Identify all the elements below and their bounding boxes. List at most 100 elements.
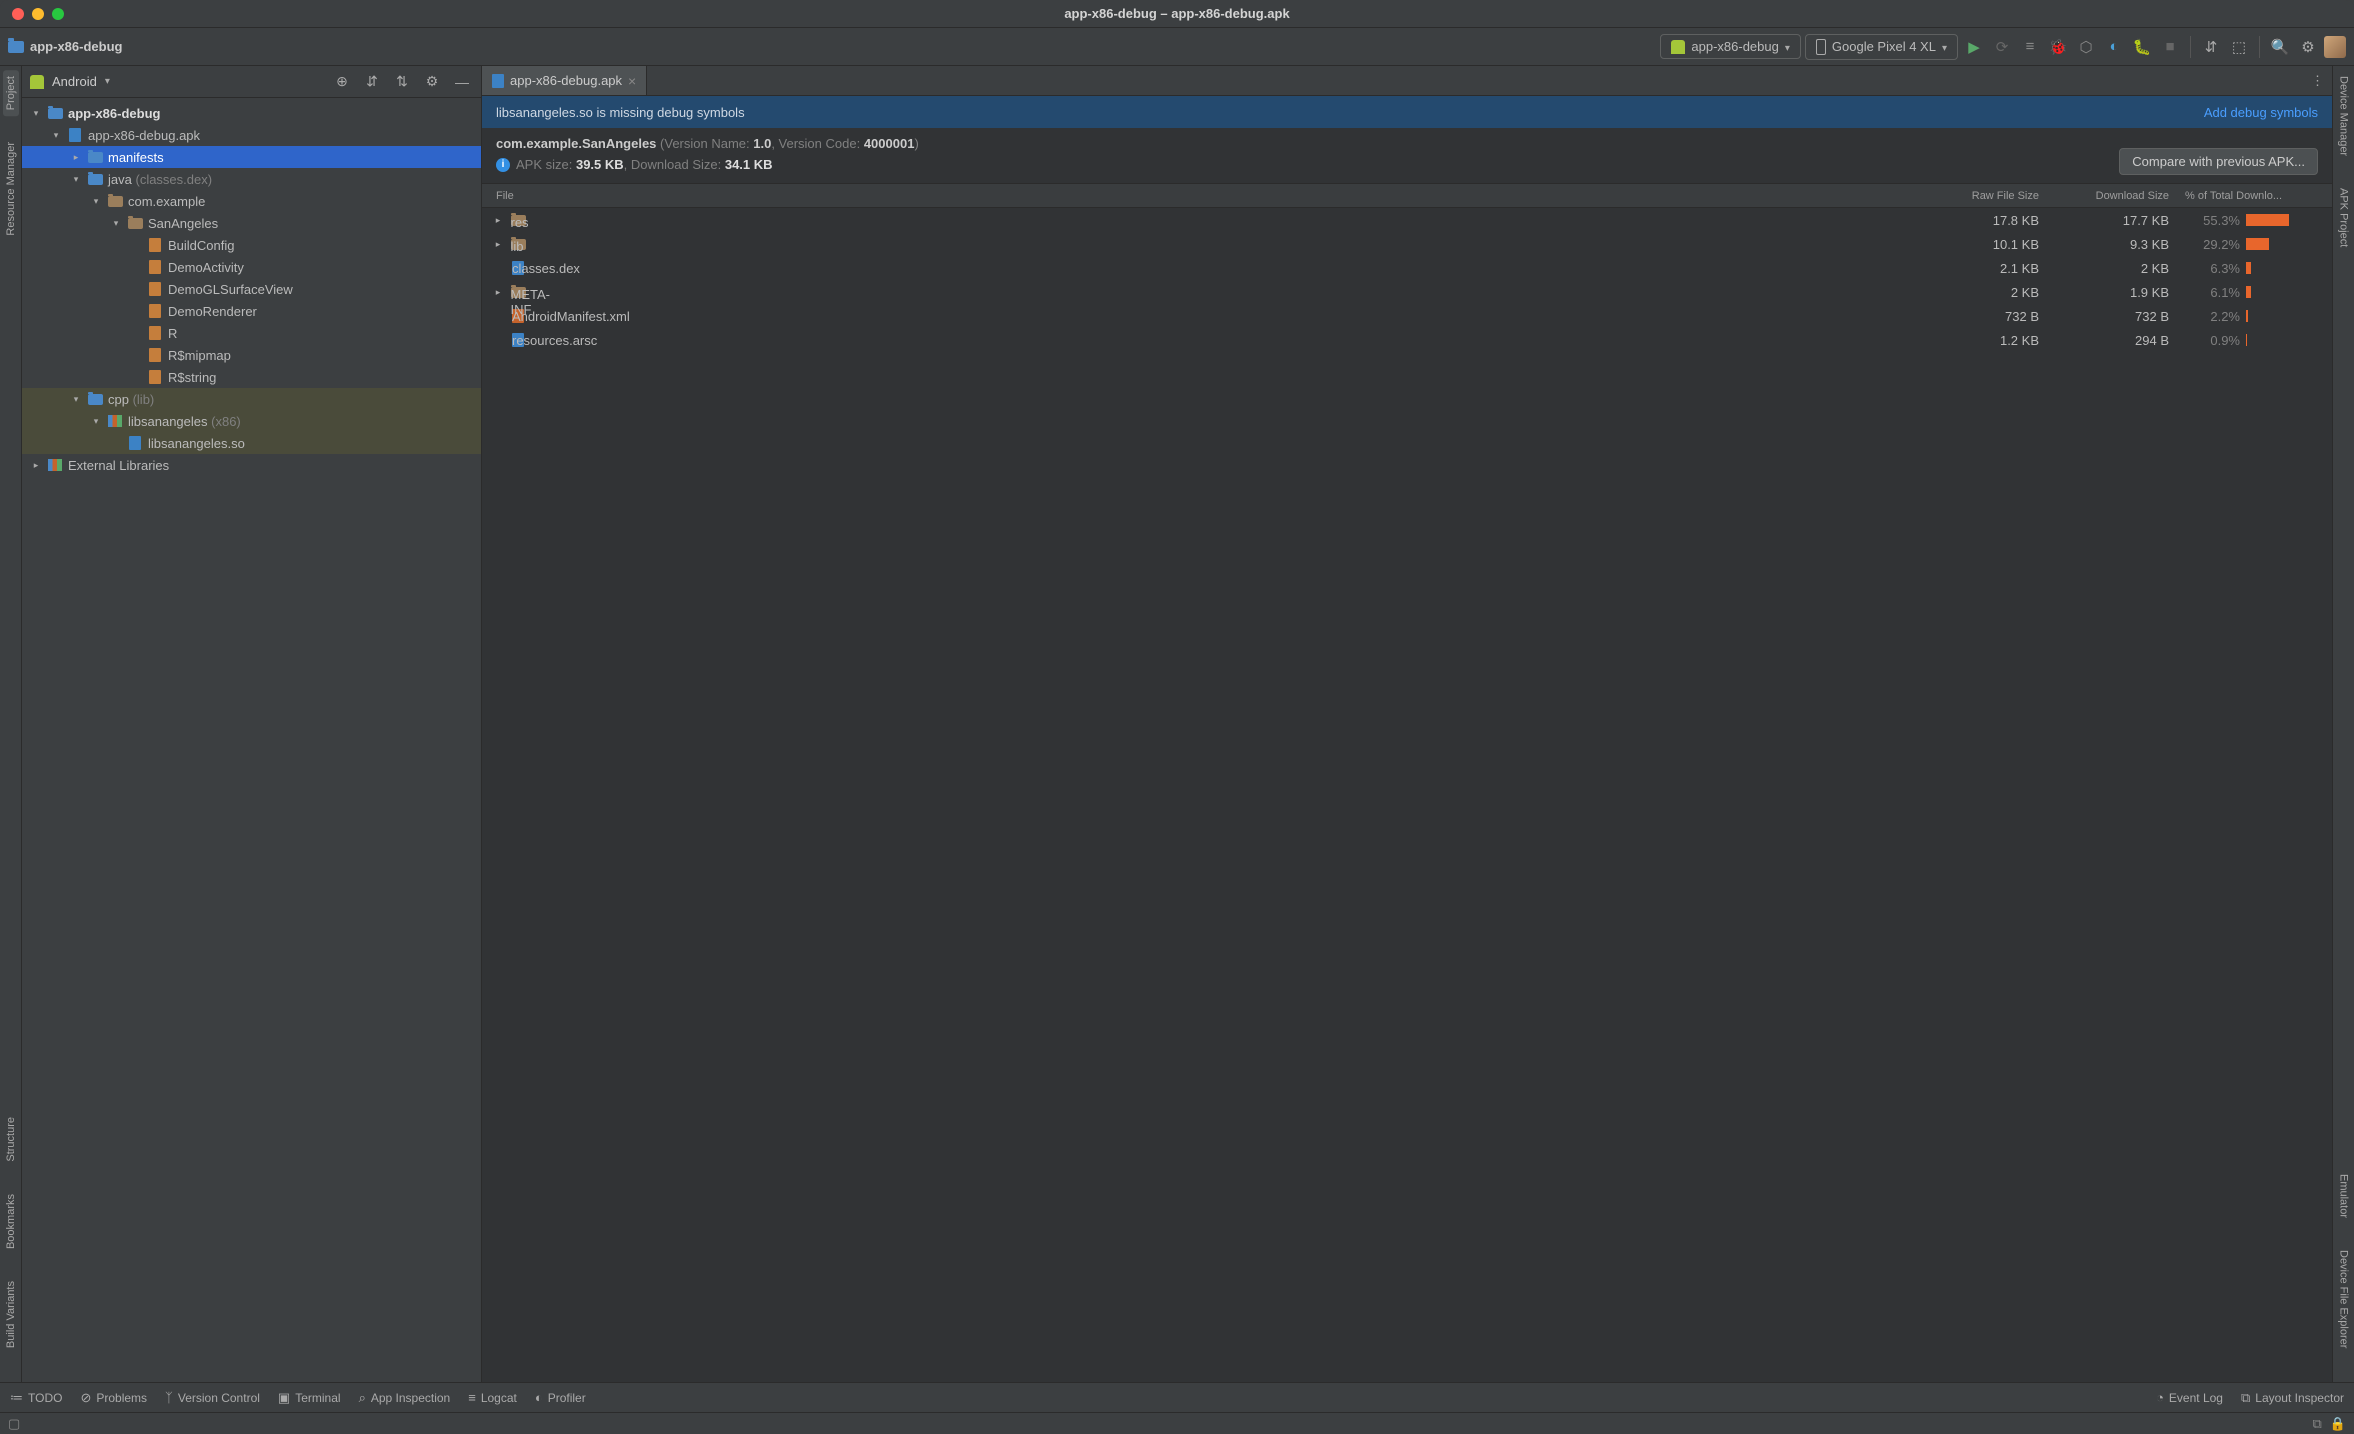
left-gutter: Project Resource Manager Structure Bookm…	[0, 66, 22, 1382]
run-config-combo[interactable]: app-x86-debug	[1660, 34, 1801, 59]
right-tab-device-manager[interactable]: Device Manager	[2336, 70, 2352, 162]
coverage-button[interactable]: ⬡	[2074, 35, 2098, 59]
chevron-down-icon	[1942, 39, 1947, 54]
tab-layout-inspector[interactable]: ⧉Layout Inspector	[2241, 1390, 2344, 1406]
tab-terminal[interactable]: ▣Terminal	[278, 1390, 341, 1406]
table-row[interactable]: ▸res17.8 KB17.7 KB55.3%	[482, 208, 2332, 232]
left-tab-resource-manager[interactable]: Resource Manager	[3, 136, 19, 242]
chevron-down-icon	[1785, 39, 1790, 54]
right-gutter: Device Manager APK Project Emulator Devi…	[2332, 66, 2354, 1382]
panel-settings-icon[interactable]: ⚙	[421, 71, 443, 93]
android-icon	[30, 75, 44, 89]
stop-button[interactable]: ■	[2158, 35, 2182, 59]
table-row[interactable]: classes.dex2.1 KB2 KB6.3%	[482, 256, 2332, 280]
left-tab-build-variants[interactable]: Build Variants	[3, 1275, 19, 1354]
avd-button[interactable]: ⬚	[2227, 35, 2251, 59]
editor-tab-apk[interactable]: app-x86-debug.apk ×	[482, 66, 647, 95]
tree-java-file[interactable]: DemoGLSurfaceView	[22, 278, 481, 300]
debug-symbols-banner: libsanangeles.so is missing debug symbol…	[482, 96, 2332, 128]
table-row[interactable]: AndroidManifest.xml732 B732 B2.2%	[482, 304, 2332, 328]
profiler-button[interactable]: ◐	[2102, 35, 2126, 59]
hide-panel-icon[interactable]: —	[451, 71, 473, 93]
right-tab-emulator[interactable]: Emulator	[2336, 1168, 2352, 1224]
project-view-combo[interactable]: Android	[52, 74, 97, 89]
tree-apk[interactable]: ▾ app-x86-debug.apk	[22, 124, 481, 146]
activity-restart-button[interactable]: ≡	[2018, 35, 2042, 59]
close-tab-icon[interactable]: ×	[628, 73, 636, 89]
tree-java[interactable]: ▾ java (classes.dex)	[22, 168, 481, 190]
project-icon	[8, 41, 24, 53]
search-button[interactable]: 🔍	[2268, 35, 2292, 59]
tree-java-file[interactable]: BuildConfig	[22, 234, 481, 256]
left-tab-structure[interactable]: Structure	[3, 1111, 19, 1168]
tree-root[interactable]: ▾ app-x86-debug	[22, 102, 481, 124]
sync-button[interactable]: ⇵	[2199, 35, 2223, 59]
editor-tabs: app-x86-debug.apk × ⋮	[482, 66, 2332, 96]
settings-button[interactable]: ⚙	[2296, 35, 2320, 59]
expand-all-icon[interactable]: ⇵	[361, 71, 383, 93]
android-icon	[1671, 40, 1685, 54]
select-opened-file-icon[interactable]: ⊕	[331, 71, 353, 93]
close-window[interactable]	[12, 8, 24, 20]
tree-cpp[interactable]: ▾ cpp (lib)	[22, 388, 481, 410]
tree-so-file[interactable]: libsanangeles.so	[22, 432, 481, 454]
tab-version-control[interactable]: ᛉVersion Control	[165, 1390, 260, 1405]
tab-profiler[interactable]: ◐Profiler	[535, 1390, 586, 1405]
left-tab-bookmarks[interactable]: Bookmarks	[3, 1188, 19, 1255]
tool-windows-icon[interactable]: ▢	[8, 1416, 20, 1432]
user-avatar[interactable]	[2324, 36, 2346, 58]
window-title: app-x86-debug – app-x86-debug.apk	[0, 6, 2354, 21]
tab-problems[interactable]: ⊘Problems	[80, 1390, 147, 1406]
banner-message: libsanangeles.so is missing debug symbol…	[496, 105, 745, 120]
titlebar: app-x86-debug – app-x86-debug.apk	[0, 0, 2354, 28]
run-button[interactable]: ▶	[1962, 35, 1986, 59]
maximize-window[interactable]	[52, 8, 64, 20]
tab-todo[interactable]: ≔TODO	[10, 1390, 62, 1406]
chevron-down-icon: ▾	[105, 76, 110, 87]
tab-event-log[interactable]: ◔Event Log	[2156, 1390, 2223, 1405]
tab-logcat[interactable]: ≡Logcat	[468, 1390, 517, 1405]
collapse-all-icon[interactable]: ⇅	[391, 71, 413, 93]
breadcrumb[interactable]: app-x86-debug	[30, 39, 122, 54]
ide-status-icon[interactable]: ⧉	[2313, 1416, 2322, 1432]
right-tab-apk-project[interactable]: APK Project	[2336, 182, 2352, 253]
tree-nativelib[interactable]: ▾ libsanangeles (x86)	[22, 410, 481, 432]
col-raw[interactable]: Raw File Size	[1917, 190, 2047, 202]
tree-class-folder[interactable]: ▾ SanAngeles	[22, 212, 481, 234]
project-tree[interactable]: ▾ app-x86-debug ▾ app-x86-debug.apk ▸ ma…	[22, 98, 481, 1382]
tree-java-file[interactable]: R$mipmap	[22, 344, 481, 366]
table-row[interactable]: resources.arsc1.2 KB294 B0.9%	[482, 328, 2332, 352]
table-row[interactable]: ▸META-INF2 KB1.9 KB6.1%	[482, 280, 2332, 304]
table-row[interactable]: ▸lib10.1 KB9.3 KB29.2%	[482, 232, 2332, 256]
lock-icon[interactable]: 🔒	[2330, 1416, 2346, 1432]
attach-debugger-button[interactable]: 🐛	[2130, 35, 2154, 59]
right-tab-device-file-explorer[interactable]: Device File Explorer	[2336, 1244, 2352, 1354]
compare-apk-button[interactable]: Compare with previous APK...	[2119, 148, 2318, 175]
apply-changes-button[interactable]: ⟳	[1990, 35, 2014, 59]
add-debug-symbols-link[interactable]: Add debug symbols	[2204, 105, 2318, 120]
main-toolbar: app-x86-debug app-x86-debug Google Pixel…	[0, 28, 2354, 66]
tree-java-file[interactable]: R	[22, 322, 481, 344]
col-download[interactable]: Download Size	[2047, 190, 2177, 202]
debug-button[interactable]: 🐞	[2046, 35, 2070, 59]
col-file[interactable]: File	[482, 190, 1917, 202]
editor-area: app-x86-debug.apk × ⋮ libsanangeles.so i…	[482, 66, 2332, 1382]
tree-java-file[interactable]: DemoRenderer	[22, 300, 481, 322]
device-label: Google Pixel 4 XL	[1832, 39, 1936, 54]
project-tool-window: Android ▾ ⊕ ⇵ ⇅ ⚙ — ▾ app-x86-debug ▾ ap…	[22, 66, 482, 1382]
editor-tabs-menu[interactable]: ⋮	[2303, 66, 2332, 95]
phone-icon	[1816, 39, 1826, 55]
tree-java-file[interactable]: R$string	[22, 366, 481, 388]
left-tab-project[interactable]: Project	[3, 70, 19, 116]
minimize-window[interactable]	[32, 8, 44, 20]
tree-java-file[interactable]: DemoActivity	[22, 256, 481, 278]
device-combo[interactable]: Google Pixel 4 XL	[1805, 34, 1958, 60]
run-config-label: app-x86-debug	[1691, 39, 1778, 54]
project-panel-header: Android ▾ ⊕ ⇵ ⇅ ⚙ —	[22, 66, 481, 98]
tree-manifests[interactable]: ▸ manifests	[22, 146, 481, 168]
tab-app-inspection[interactable]: ⌕App Inspection	[359, 1390, 451, 1406]
tree-package[interactable]: ▾ com.example	[22, 190, 481, 212]
bottom-tool-tabs: ≔TODO ⊘Problems ᛉVersion Control ▣Termin…	[0, 1382, 2354, 1412]
tree-external-libs[interactable]: ▸ External Libraries	[22, 454, 481, 476]
col-percent[interactable]: % of Total Downlo...	[2177, 190, 2332, 202]
